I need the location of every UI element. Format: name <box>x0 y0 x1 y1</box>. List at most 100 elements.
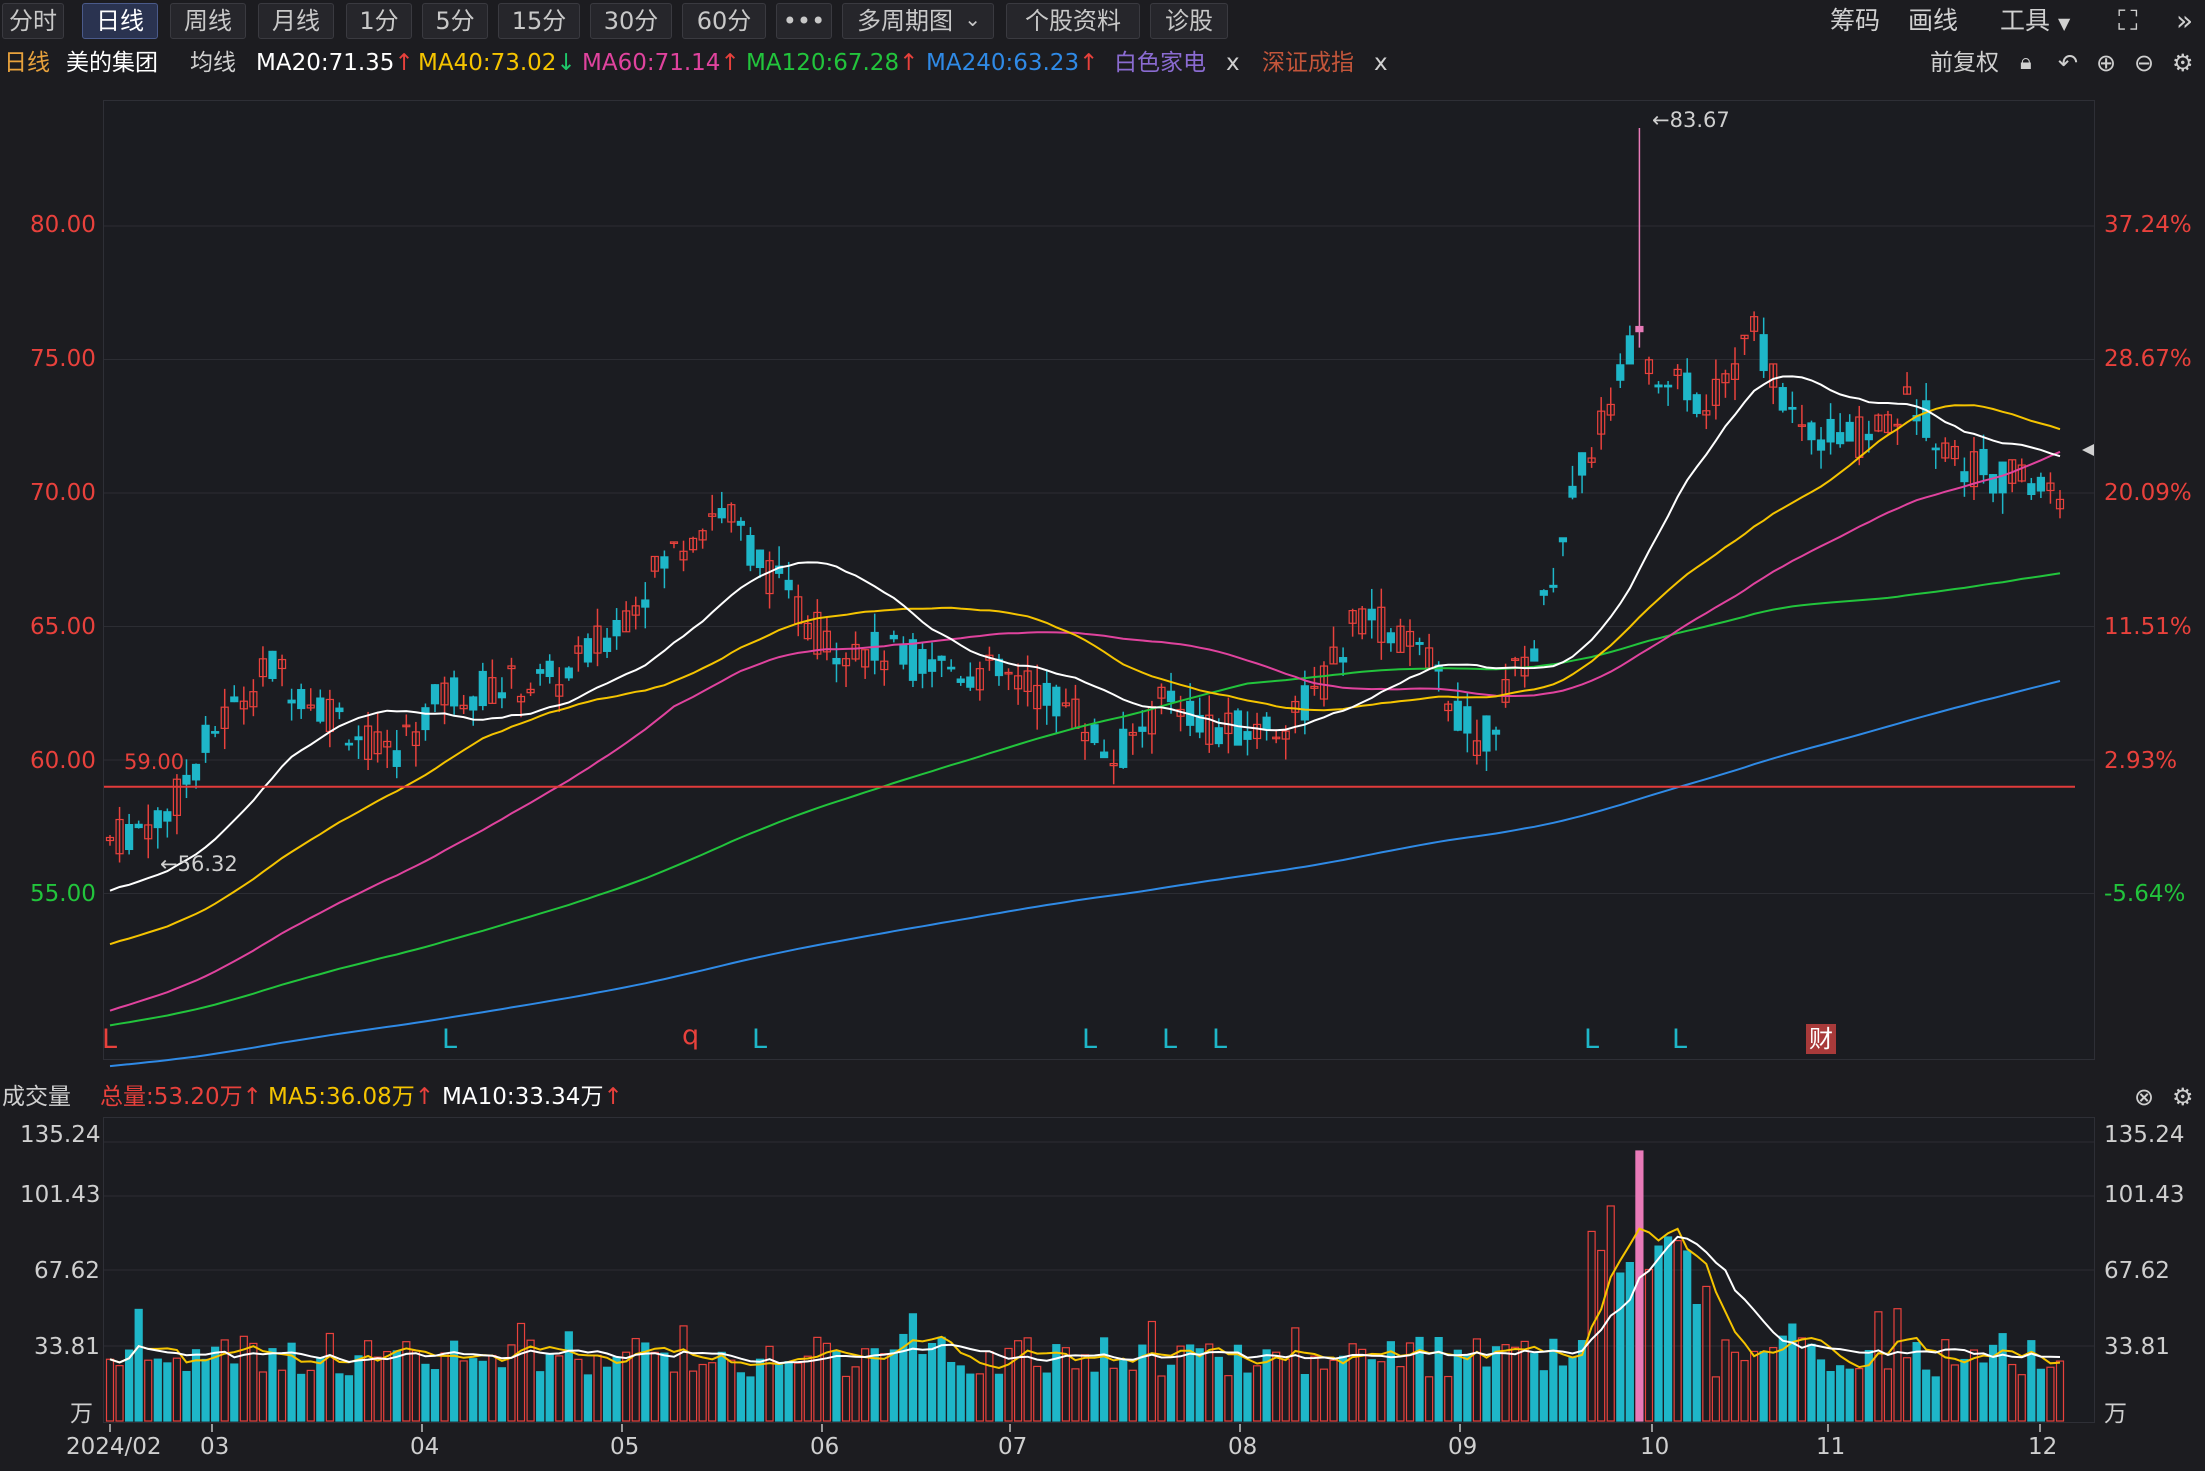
volume-bar <box>1281 1358 1290 1422</box>
volume-bar <box>153 1358 162 1422</box>
volume-bar <box>1453 1349 1462 1422</box>
volume-bar <box>851 1366 860 1422</box>
volume-bar <box>1358 1348 1367 1422</box>
volume-bar <box>1367 1359 1376 1422</box>
volume-bar <box>688 1370 698 1422</box>
volume-bar <box>1252 1365 1262 1422</box>
x-label: 11 <box>1816 1434 1846 1460</box>
volume-bar <box>612 1356 621 1422</box>
volume-bar <box>1855 1368 1864 1422</box>
volume-bar <box>1272 1351 1281 1422</box>
volume-bar <box>841 1375 851 1422</box>
x-label: 05 <box>610 1434 640 1460</box>
volume-bar <box>1042 1372 1051 1422</box>
x-label: 10 <box>1640 1434 1670 1460</box>
volume-bar <box>1788 1323 1797 1422</box>
volume-bar <box>1711 1376 1720 1422</box>
volume-bar <box>1444 1375 1453 1422</box>
volume-bar <box>555 1355 564 1422</box>
volume-bar <box>1883 1368 1893 1422</box>
volume-bar <box>1300 1374 1309 1422</box>
volume-bar <box>2017 1374 2026 1422</box>
volume-bar <box>363 1340 373 1422</box>
volume-bar <box>316 1357 325 1422</box>
volume-bar <box>985 1351 994 1422</box>
x-label: 12 <box>2028 1434 2058 1460</box>
volume-bar <box>1434 1336 1443 1422</box>
volume-bar <box>1816 1359 1826 1422</box>
volume-bar <box>1912 1342 1921 1422</box>
volume-bar <box>1663 1236 1673 1422</box>
volume-bar <box>698 1363 707 1422</box>
volume-bar <box>975 1373 984 1422</box>
volume-bar <box>1807 1343 1816 1422</box>
volume-bar <box>1597 1249 1606 1422</box>
volume-bar <box>373 1356 382 1422</box>
volume-bar <box>172 1357 182 1422</box>
volume-bar <box>1902 1357 1912 1422</box>
volume-bar <box>1797 1337 1807 1422</box>
volume-bar <box>1119 1359 1128 1422</box>
volume-bar <box>1128 1369 1137 1422</box>
volume-bar <box>1673 1239 1682 1422</box>
vol-tick-r2: 101.43 <box>2104 1182 2185 1208</box>
volume-bar <box>1836 1365 1845 1422</box>
volume-bar <box>1501 1344 1510 1422</box>
volume-bar <box>392 1350 401 1422</box>
volume-bar <box>765 1345 774 1422</box>
volume-bar <box>602 1366 612 1422</box>
volume-bar <box>956 1365 965 1422</box>
volume-bar <box>1702 1285 1711 1422</box>
volume-bar <box>230 1363 239 1422</box>
volume-bar <box>1558 1365 1568 1422</box>
volume-bar <box>1319 1368 1329 1422</box>
volume-bar <box>1033 1365 1042 1422</box>
volume-bar <box>669 1371 679 1422</box>
volume-bar <box>746 1376 755 1422</box>
volume-bar <box>268 1348 277 1422</box>
volume-bar <box>1463 1354 1472 1422</box>
volume-bar <box>1683 1250 1692 1422</box>
volume-bar <box>430 1369 440 1422</box>
volume-bar <box>1730 1351 1740 1422</box>
volume-bar <box>411 1350 420 1422</box>
volume-bar <box>459 1360 468 1422</box>
volume-bar <box>134 1308 143 1422</box>
volume-bar <box>1635 1150 1644 1422</box>
volume-bar <box>125 1349 134 1422</box>
volume-bar <box>1396 1366 1405 1422</box>
volume-bar <box>1386 1341 1395 1422</box>
volume-bar <box>383 1350 392 1422</box>
volume-bar <box>1616 1272 1625 1422</box>
vol-tick-2: 101.43 <box>20 1182 101 1208</box>
volume-bar <box>344 1375 354 1422</box>
volume-bar <box>1109 1367 1118 1422</box>
volume-bar <box>297 1373 306 1422</box>
volume-bar <box>1826 1371 1835 1422</box>
vol-tick-r1: 135.24 <box>2104 1122 2185 1148</box>
volume-bar <box>1425 1376 1434 1422</box>
volume-bar <box>182 1370 191 1422</box>
x-label: 03 <box>200 1434 230 1460</box>
volume-bar <box>1243 1372 1252 1422</box>
volume-bar <box>1491 1346 1501 1422</box>
x-label: 04 <box>410 1434 440 1460</box>
volume-bar <box>516 1322 526 1422</box>
volume-bar <box>1071 1368 1080 1422</box>
volume-bar <box>1214 1356 1223 1422</box>
volume-bar <box>966 1373 975 1422</box>
volume-bar <box>1377 1361 1386 1422</box>
volume-bar <box>421 1363 430 1422</box>
volume-bar <box>870 1348 879 1422</box>
volume-bar <box>574 1358 583 1422</box>
volume-bar <box>650 1351 659 1422</box>
volume-bar <box>1157 1375 1166 1422</box>
volume-bar <box>258 1371 268 1422</box>
volume-bar <box>564 1331 573 1422</box>
volume-bar <box>1195 1348 1204 1422</box>
volume-bar <box>469 1358 478 1422</box>
volume-bar <box>861 1348 870 1422</box>
volume-bar <box>497 1367 507 1422</box>
volume-bar <box>775 1364 784 1422</box>
volume-bar <box>1874 1311 1883 1422</box>
